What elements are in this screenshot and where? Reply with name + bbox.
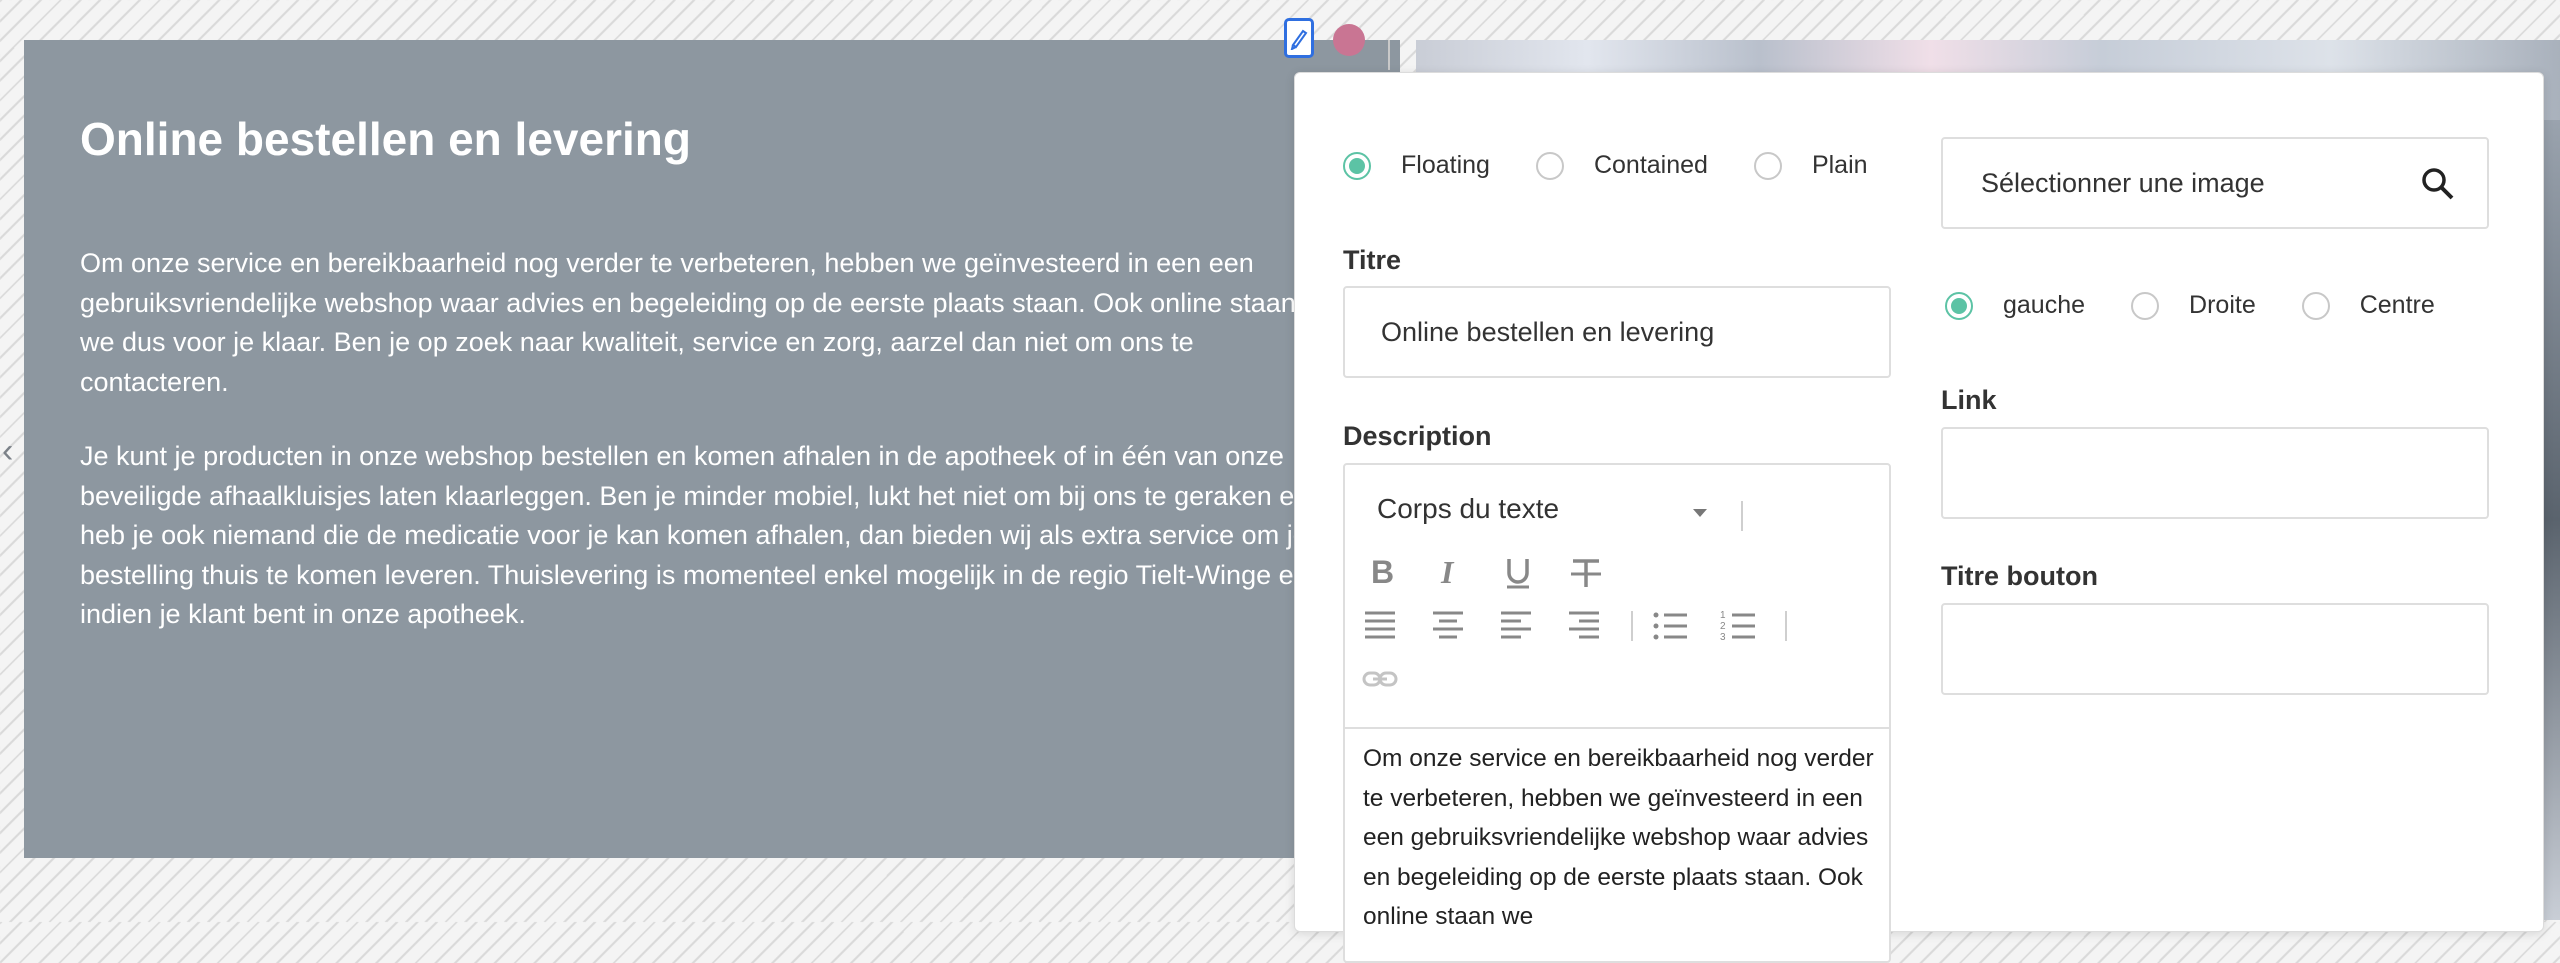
toolbar-separator	[1741, 501, 1743, 531]
bold-icon[interactable]: B	[1361, 553, 1399, 591]
pencil-edit-icon[interactable]	[1284, 18, 1314, 58]
description-label: Description	[1343, 421, 1492, 451]
underline-icon[interactable]	[1499, 553, 1537, 591]
drag-handle-dot[interactable]	[1333, 24, 1365, 56]
radio-label-floating: Floating	[1401, 151, 1490, 179]
radio-label-gauche: gauche	[2003, 291, 2086, 319]
radio-droite[interactable]: Droite	[2131, 291, 2256, 320]
radio-circle-checked[interactable]	[1343, 151, 1371, 180]
link-label: Link	[1941, 385, 1997, 415]
radio-plain[interactable]: Plain	[1753, 151, 1868, 180]
button-title-input[interactable]	[1941, 603, 2489, 695]
radio-floating[interactable]: Floating	[1343, 151, 1490, 180]
block-title: Online bestellen en levering	[80, 113, 691, 165]
bullet-list-icon[interactable]	[1651, 607, 1689, 645]
text-content-block[interactable]: Online bestellen en levering Om onze ser…	[24, 40, 1400, 858]
radio-circle-checked[interactable]	[1945, 291, 1973, 320]
format-select[interactable]: Corps du texte	[1377, 493, 1559, 525]
link-icon[interactable]	[1361, 661, 1399, 699]
titre-input-value: Online bestellen en levering	[1381, 316, 1715, 347]
image-select-input[interactable]: Sélectionner une image	[1941, 137, 2489, 229]
align-center-icon[interactable]	[1429, 607, 1467, 645]
radio-centre[interactable]: Centre	[2301, 291, 2435, 320]
toolbar-divider	[1388, 40, 1390, 70]
radio-circle[interactable]	[1535, 151, 1564, 180]
alignment-radio-group: gauche Droite Centre	[1945, 291, 2481, 320]
chevron-down-icon[interactable]	[1693, 509, 1707, 517]
block-paragraph-1: Om onze service en bereikbaarheid nog ve…	[80, 248, 1296, 397]
toolbar-separator	[1631, 611, 1633, 641]
align-justify-icon[interactable]	[1361, 607, 1399, 645]
radio-label-plain: Plain	[1811, 151, 1868, 179]
chevron-left-icon[interactable]: ‹	[2, 432, 13, 471]
link-input[interactable]	[1941, 427, 2489, 519]
block-paragraph-2: Je kunt je producten in onze webshop bes…	[80, 441, 1310, 629]
radio-circle[interactable]	[1753, 151, 1782, 180]
svg-text:I: I	[1440, 554, 1455, 590]
align-left-icon[interactable]	[1497, 607, 1535, 645]
radio-circle[interactable]	[2301, 291, 2330, 320]
radio-gauche[interactable]: gauche	[1945, 291, 2085, 320]
svg-text:1: 1	[1720, 610, 1726, 621]
style-radio-group: Floating Contained Plain	[1343, 151, 1914, 180]
button-title-label: Titre bouton	[1941, 561, 2098, 591]
editor-content[interactable]: Om onze service en bereikbaarheid nog ve…	[1363, 739, 1883, 937]
titre-input[interactable]: Online bestellen en levering	[1343, 286, 1891, 378]
titre-label: Titre	[1343, 245, 1402, 275]
svg-text:2: 2	[1720, 621, 1726, 632]
align-right-icon[interactable]	[1565, 607, 1603, 645]
italic-icon[interactable]: I	[1431, 553, 1469, 591]
radio-label-centre: Centre	[2359, 291, 2435, 319]
toolbar-separator	[1785, 611, 1787, 641]
image-select-label: Sélectionner une image	[1981, 167, 2265, 198]
radio-circle[interactable]	[2131, 291, 2160, 320]
radio-contained[interactable]: Contained	[1535, 151, 1708, 180]
editor-toolbar: Corps du texte B I 1 2 3	[1345, 465, 1889, 729]
strikethrough-icon[interactable]	[1567, 553, 1605, 591]
block-settings-panel: Floating Contained Plain Titre Online be…	[1294, 72, 2544, 963]
search-icon[interactable]	[2419, 165, 2457, 203]
svg-text:B: B	[1371, 554, 1394, 590]
radio-label-droite: Droite	[2189, 291, 2256, 319]
svg-text:3: 3	[1720, 632, 1726, 643]
radio-label-contained: Contained	[1593, 151, 1708, 179]
numbered-list-icon[interactable]: 123	[1719, 607, 1757, 645]
rich-text-editor[interactable]: Corps du texte B I 1 2 3 Om onze service…	[1343, 463, 1891, 963]
